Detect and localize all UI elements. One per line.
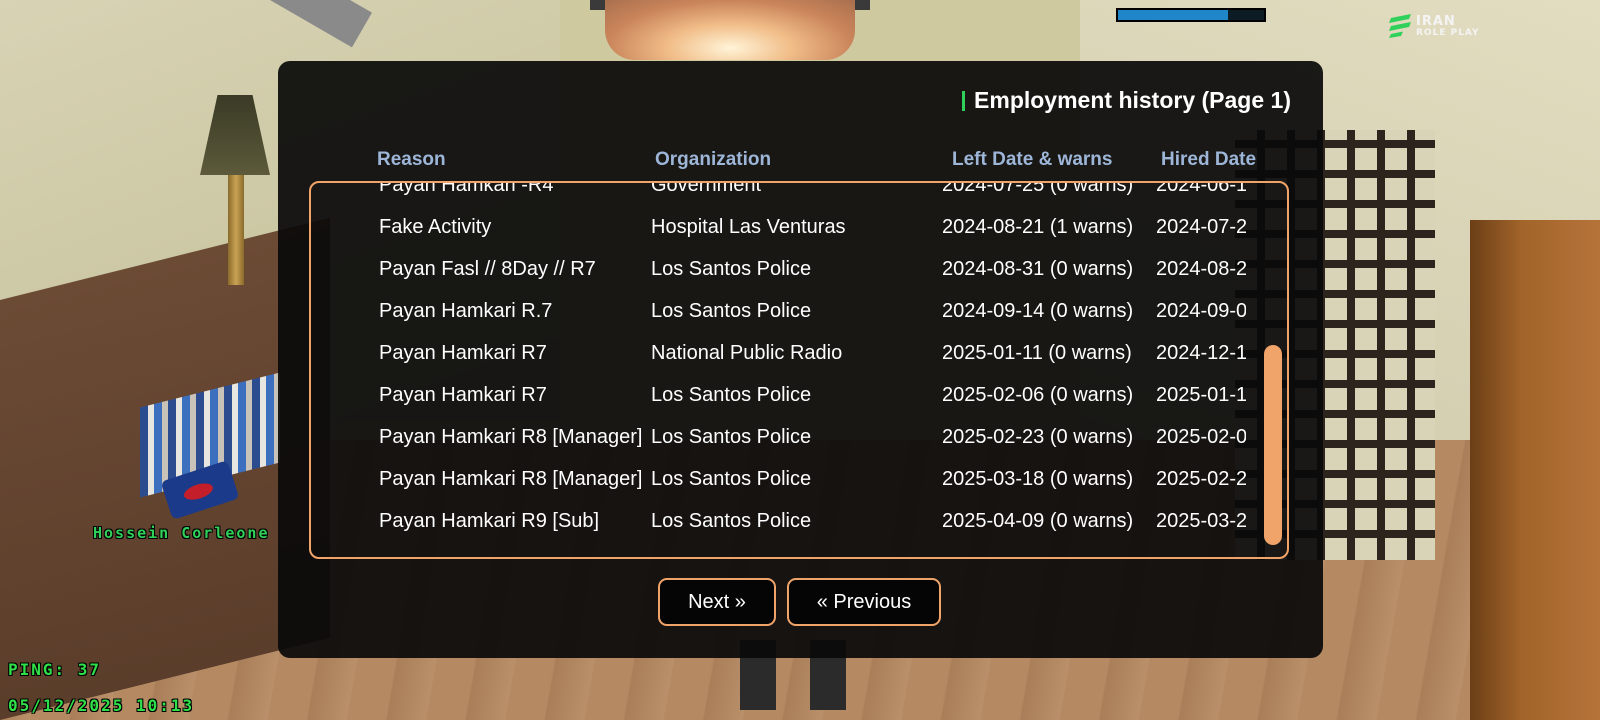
health-bar [1116,8,1266,22]
previous-page-button[interactable]: « Previous [787,578,941,626]
column-header-organization: Organization [655,149,772,170]
row-hired-date: 2024-06-1 [1156,181,1246,196]
employment-history-dialog: Employment history (Page 1) Reason Organ… [278,61,1323,658]
row-hired-date: 2025-01-1 [1156,384,1246,406]
row-reason: Payan Hamkari R.7 [379,300,553,322]
next-page-button[interactable]: Next » [658,578,776,626]
table-row[interactable]: Payan Hamkari R7 National Public Radio 202… [311,333,1287,375]
row-reason: Payan Hamkari R7 [379,342,547,364]
table-row[interactable]: Fake Activity Hospital Las Venturas 2024-0… [311,207,1287,249]
row-organization: Government [651,181,762,196]
row-reason: Payan Hamkari R7 [379,384,547,406]
server-logo-line2: ROLE PLAY [1416,28,1480,38]
health-bar-fill [1118,10,1228,20]
column-header-left-date: Left Date & warns [952,149,1113,170]
datetime-readout: 05/12/2025 10:13 [8,696,195,715]
row-left-date: 2024-08-21 (1 warns) [942,216,1134,238]
row-left-date: 2024-07-25 (0 warns) [942,181,1134,196]
row-hired-date: 2025-03-2 [1156,510,1246,532]
row-reason: Payan Fasl // 8Day // R7 [379,258,596,280]
row-reason: Payan Hamkari R8 [Manager] [379,468,643,490]
row-hired-date: 2025-02-2 [1156,468,1246,490]
row-hired-date: 2025-02-0 [1156,426,1246,448]
table-row[interactable]: Payan Fasl // 8Day // R7 Los Santos Polic… [311,249,1287,291]
server-logo-icon [1389,14,1411,38]
row-organization: Los Santos Police [651,258,812,280]
player-nametag: Hossein Corleone [93,524,270,542]
column-header-reason: Reason [377,149,446,170]
row-left-date: 2024-09-14 (0 warns) [942,300,1134,322]
row-organization: Los Santos Police [651,426,812,448]
table-row[interactable]: Payan Hamkari R9 [Sub] Los Santos Police 2… [311,501,1287,543]
row-left-date: 2025-03-18 (0 warns) [942,468,1134,490]
row-reason: Payan Hamkari -R4 [379,181,554,196]
ping-readout: PING: 37 [8,660,102,679]
row-left-date: 2025-04-09 (0 warns) [942,510,1134,532]
server-logo: IRAN ROLE PLAY [1388,10,1488,40]
table-row[interactable]: Payan Hamkari R8 [Manager] Los Santos Pol… [311,417,1287,459]
table-row[interactable]: Payan Hamkari -R4 Government 2024-07-25 (0… [311,181,1287,207]
table-row[interactable]: Payan Hamkari R.7 Los Santos Police 2024-0… [311,291,1287,333]
door [1470,220,1600,720]
row-hired-date: 2024-09-0 [1156,300,1246,322]
row-organization: Los Santos Police [651,300,812,322]
scrollbar-thumb[interactable] [1264,345,1282,545]
dialog-title: Employment history (Page 1) [962,87,1291,114]
row-organization: National Public Radio [651,342,843,364]
row-reason: Payan Hamkari R9 [Sub] [379,510,600,532]
row-hired-date: 2024-12-1 [1156,342,1246,364]
row-left-date: 2025-02-06 (0 warns) [942,384,1134,406]
column-header-hired-date: Hired Date [1161,149,1257,170]
row-left-date: 2024-08-31 (0 warns) [942,258,1134,280]
lamp-base [228,175,244,285]
row-organization: Los Santos Police [651,510,812,532]
table-row[interactable]: Payan Hamkari R7 Los Santos Police 2025-02… [311,375,1287,417]
row-hired-date: 2024-08-2 [1156,258,1246,280]
ceiling-light [605,0,855,60]
row-organization: Los Santos Police [651,384,812,406]
row-left-date: 2025-01-11 (0 warns) [942,342,1132,364]
server-logo-line1: IRAN [1416,14,1456,29]
dialog-title-text: Employment history (Page 1) [974,87,1291,113]
row-left-date: 2025-02-23 (0 warns) [942,426,1134,448]
history-rows: Payan Hamkari -R4 Government 2024-07-25 (0… [311,181,1287,543]
history-list[interactable]: Payan Hamkari -R4 Government 2024-07-25 (0… [309,181,1289,559]
row-hired-date: 2024-07-2 [1156,216,1246,238]
title-accent-bar [962,90,966,111]
row-organization: Los Santos Police [651,468,812,490]
row-reason: Payan Hamkari R8 [Manager] [379,426,643,448]
table-row[interactable]: Payan Hamkari R8 [Manager] Los Santos Pol… [311,459,1287,501]
row-organization: Hospital Las Venturas [651,216,846,238]
row-reason: Fake Activity [379,216,492,238]
